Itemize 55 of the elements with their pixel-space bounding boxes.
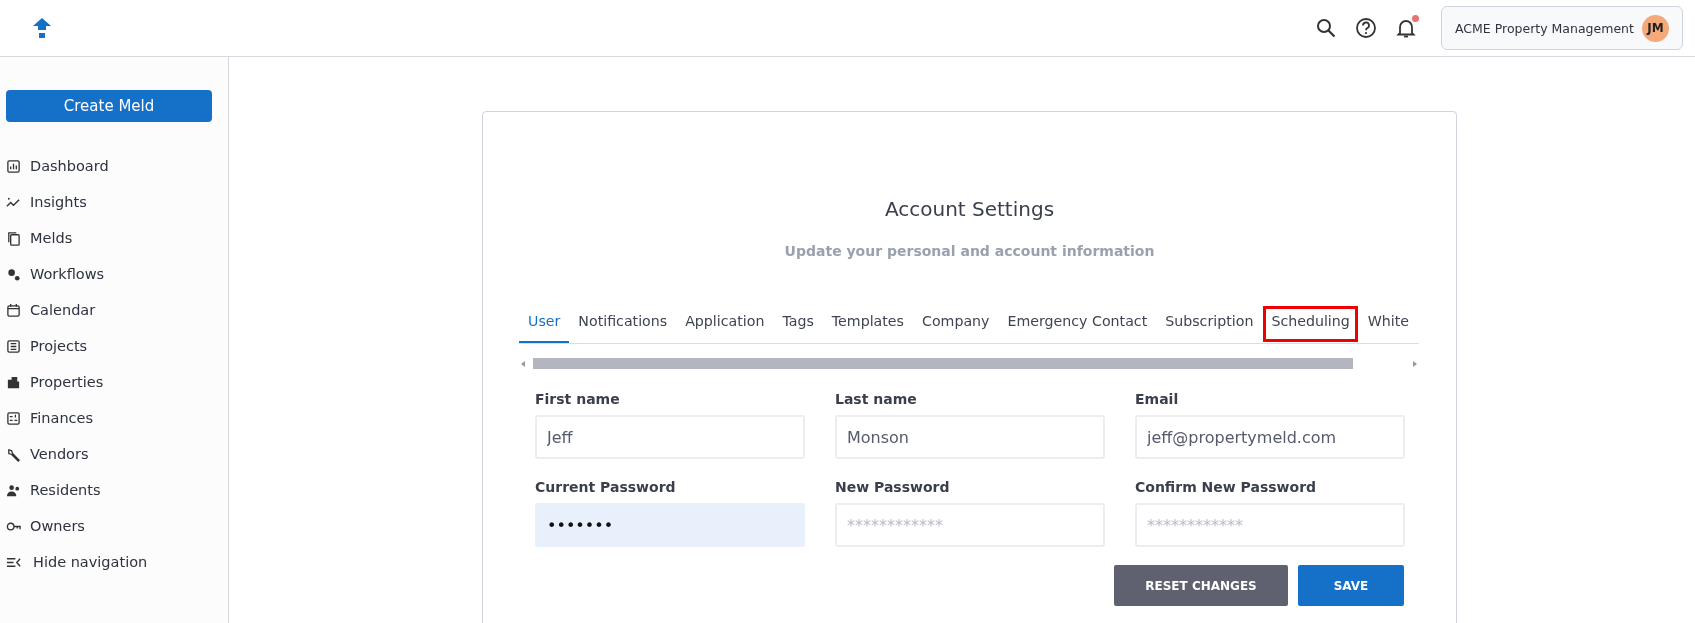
nav-item[interactable]: Melds	[6, 220, 228, 256]
field-label: Last name	[835, 391, 918, 407]
settings-tab[interactable]: User	[519, 305, 570, 343]
settings-tab[interactable]: Templates	[822, 305, 913, 343]
reset-button[interactable]: RESET CHANGES	[1114, 565, 1288, 606]
calendar-icon	[6, 302, 21, 318]
field-label: Email	[1135, 391, 1180, 407]
nav-item[interactable]: Properties	[6, 364, 228, 400]
nav-item[interactable]: Insights	[6, 184, 228, 220]
list-icon	[6, 338, 21, 354]
calculator-icon	[6, 410, 21, 426]
nav-item[interactable]: Owners	[6, 508, 228, 544]
search-icon[interactable]	[1315, 17, 1337, 39]
logo-icon	[31, 17, 53, 39]
settings-tab[interactable]: Tags	[773, 305, 823, 343]
nav-item[interactable]: Projects	[6, 328, 228, 364]
field-label: Current Password	[535, 479, 677, 495]
save-button[interactable]: SAVE	[1298, 565, 1404, 606]
scrollbar-thumb[interactable]	[533, 358, 1353, 369]
settings-tab[interactable]: Emergency Contact	[998, 305, 1157, 343]
input-field[interactable]: Monson	[835, 415, 1105, 459]
nav-item[interactable]: Finances	[6, 400, 228, 436]
settings-tab[interactable]: White	[1358, 305, 1419, 343]
avatar: JM	[1642, 14, 1669, 42]
scroll-right-icon[interactable]	[1411, 359, 1419, 368]
nav-item[interactable]: Workflows	[6, 256, 228, 292]
field-label: First name	[535, 391, 621, 407]
nav-item[interactable]: Dashboard	[6, 148, 228, 184]
settings-tab[interactable]: Notifications	[569, 305, 677, 343]
notifications-icon[interactable]	[1395, 17, 1417, 39]
input-field[interactable]: Jeff	[535, 415, 805, 459]
settings-tab[interactable]: Scheduling	[1262, 305, 1359, 343]
nav-item[interactable]: Residents	[6, 472, 228, 508]
scroll-left-icon[interactable]	[519, 359, 527, 368]
page-title: Account Settings	[883, 197, 1056, 221]
nav-item[interactable]: Calendar	[6, 292, 228, 328]
input-field[interactable]: ************	[835, 503, 1105, 547]
hide-navigation-button[interactable]: Hide navigation	[6, 544, 228, 580]
people-icon	[6, 482, 21, 498]
settings-tab[interactable]: Company	[913, 305, 999, 343]
page-subtitle: Update your personal and account information	[783, 243, 1156, 259]
nav-item[interactable]: Vendors	[6, 436, 228, 472]
field-label: Confirm New Password	[1135, 479, 1318, 495]
settings-tab[interactable]: Subscription	[1156, 305, 1263, 343]
input-field[interactable]: •••••••	[535, 503, 805, 547]
help-icon[interactable]	[1355, 17, 1377, 39]
settings-tab[interactable]: Application	[676, 305, 774, 343]
account-name: ACME Property Management	[1455, 20, 1634, 36]
field-label: New Password	[835, 479, 951, 495]
chart-icon	[6, 158, 21, 174]
input-field[interactable]: jeff@propertymeld.com	[1135, 415, 1405, 459]
input-field[interactable]: ************	[1135, 503, 1405, 547]
create-meld-button[interactable]: Create Meld	[6, 90, 212, 122]
copy-icon	[6, 230, 21, 246]
account-switcher[interactable]: ACME Property Management JM	[1441, 6, 1683, 50]
